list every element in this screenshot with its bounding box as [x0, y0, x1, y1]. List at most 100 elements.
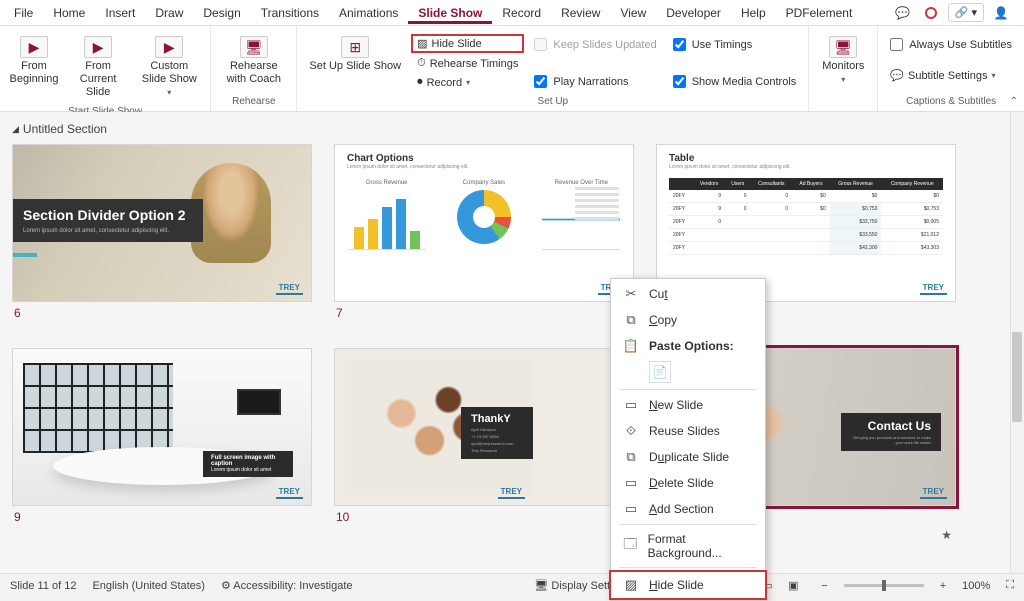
menu-design[interactable]: Design	[193, 2, 250, 24]
rehearse-timings-button[interactable]: ⏱ Rehearse Timings	[411, 55, 524, 72]
setup-slideshow-button[interactable]: ⊞ Set Up Slide Show	[303, 32, 407, 77]
hide-slide-button[interactable]: ▨ Hide Slide	[411, 34, 524, 53]
zoom-in-button[interactable]: +	[940, 580, 946, 592]
menu-file[interactable]: File	[4, 2, 43, 24]
ribbon-group-label: Set Up	[303, 94, 802, 109]
ribbon-group-label: Captions & Subtitles	[884, 94, 1018, 109]
ribbon-group-rehearse: 🖥 Rehearse with Coach Rehearse	[211, 26, 297, 111]
slide-number: 9	[12, 510, 312, 524]
from-beginning-button[interactable]: ▶ From Beginning	[6, 32, 62, 90]
menu-review[interactable]: Review	[551, 2, 610, 24]
ribbon-group-start-slideshow: ▶ From Beginning ▶ From Current Slide ▶ …	[0, 26, 211, 111]
slide-6[interactable]: Section Divider Option 2 Lorem ipsum dol…	[12, 144, 312, 320]
slide-10[interactable]: ThankY April Hansson +1 23 987 6554 apri…	[334, 348, 634, 524]
copy-icon: ⧉	[623, 312, 639, 328]
slide-11-title: Contact Us	[851, 419, 931, 433]
ctx-paste-options: 📄	[611, 359, 765, 387]
menu-help[interactable]: Help	[731, 2, 776, 24]
new-slide-icon: ▭	[623, 397, 639, 413]
ctx-cut[interactable]: ✂Cut	[611, 281, 765, 307]
show-media-controls-checkbox[interactable]: Show Media Controls	[667, 73, 803, 90]
zoom-out-button[interactable]: −	[821, 580, 827, 592]
ctx-add-section[interactable]: ▭Add Section	[611, 496, 765, 522]
accessibility-status[interactable]: ⚙ Accessibility: Investigate	[221, 579, 353, 592]
brand-tag: TREY	[920, 282, 947, 295]
play-narrations-checkbox[interactable]: Play Narrations	[528, 73, 662, 90]
menu-pdfelement[interactable]: PDFelement	[776, 2, 863, 24]
slide-6-title: Section Divider Option 2	[23, 207, 193, 224]
hide-icon: ▨	[623, 577, 639, 593]
menu-record[interactable]: Record	[492, 2, 551, 24]
slide-10-line: +1 23 987 6554	[471, 434, 523, 439]
animation-star-icon: ★	[941, 528, 952, 542]
record-icon[interactable]	[920, 3, 942, 23]
menu-developer[interactable]: Developer	[656, 2, 731, 24]
from-current-slide-button[interactable]: ▶ From Current Slide	[66, 32, 130, 104]
menu-insert[interactable]: Insert	[95, 2, 145, 24]
play-icon: ▶	[20, 36, 48, 58]
use-timings-checkbox[interactable]: Use Timings	[667, 36, 803, 53]
custom-slideshow-button[interactable]: ▶ Custom Slide Show ▾	[134, 32, 204, 104]
menu-animations[interactable]: Animations	[329, 2, 408, 24]
ctx-separator	[619, 524, 757, 525]
paste-option-button[interactable]: 📄	[649, 361, 671, 383]
context-menu: ✂Cut ⧉Copy 📋Paste Options: 📄 ▭New Slide …	[610, 278, 766, 601]
menu-transitions[interactable]: Transitions	[251, 2, 329, 24]
ribbon-group-label	[815, 94, 871, 109]
slide-number: 10	[334, 510, 634, 524]
ctx-separator	[619, 567, 757, 568]
section-header[interactable]: ◢ Untitled Section	[12, 122, 998, 136]
slide-11-sub: Bringing you products and services to ma…	[851, 435, 931, 445]
ctx-copy[interactable]: ⧉Copy	[611, 307, 765, 333]
coach-icon: 🖥	[240, 36, 268, 58]
ctx-reuse-slides[interactable]: ⟐Reuse Slides	[611, 418, 765, 444]
chart-2-title: Company Sales	[445, 180, 523, 186]
slide-9[interactable]: Full screen image with caption Lorem ips…	[12, 348, 312, 524]
chart-1-title: Gross Revenue	[348, 180, 426, 186]
ribbon-group-monitors: 🖥 Monitors▾	[809, 26, 878, 111]
menu-home[interactable]: Home	[43, 2, 95, 24]
play-current-icon: ▶	[84, 36, 112, 58]
brand-tag: TREY	[276, 282, 303, 295]
timer-icon: ⏱	[417, 57, 426, 70]
slide-8-title: Table	[669, 153, 943, 164]
menu-view[interactable]: View	[610, 2, 656, 24]
keep-slides-updated-checkbox[interactable]: Keep Slides Updated	[528, 36, 662, 53]
record-button[interactable]: ⏺ Record ▾	[411, 74, 524, 91]
clipboard-icon: 📋	[623, 338, 639, 354]
slide-10-line: April Hansson	[471, 427, 523, 432]
always-subtitles-checkbox[interactable]: Always Use Subtitles	[884, 36, 1018, 53]
slide-7-subtitle: Lorem ipsum dolor sit amet, consectetur …	[347, 164, 621, 170]
brand-tag: TREY	[276, 486, 303, 499]
monitors-button[interactable]: 🖥 Monitors▾	[815, 32, 871, 90]
zoom-level[interactable]: 100%	[962, 580, 990, 592]
share-button[interactable]: 🔗 ▾	[948, 3, 984, 22]
slide-number: 7	[334, 306, 634, 320]
ctx-new-slide[interactable]: ▭New Slide	[611, 392, 765, 418]
subtitle-settings-button[interactable]: 💬 Subtitle Settings ▾	[884, 67, 1018, 84]
ctx-format-background[interactable]: 🗔Format Background...	[611, 527, 765, 565]
slide-7[interactable]: Chart Options Lorem ipsum dolor sit amet…	[334, 144, 634, 320]
vertical-scrollbar[interactable]	[1010, 112, 1024, 573]
fit-window-button[interactable]: ⛶	[1006, 579, 1014, 592]
ribbon-collapse-button[interactable]: ⌃	[1010, 96, 1018, 107]
ctx-hide-slide[interactable]: ▨Hide Slide	[609, 570, 767, 600]
comments-icon[interactable]: 💬	[892, 3, 914, 23]
ribbon-group-setup: ⊞ Set Up Slide Show ▨ Hide Slide ⏱ Rehea…	[297, 26, 809, 111]
rehearse-coach-button[interactable]: 🖥 Rehearse with Coach	[217, 32, 290, 90]
monitor-icon: 🖥	[829, 36, 857, 58]
slide-number: 6	[12, 306, 312, 320]
slide-9-caption-sub: Lorem ipsum dolor sit amet	[211, 467, 285, 473]
zoom-slider[interactable]	[844, 584, 924, 587]
slide-8-table: VendorsUsersConsultantsAd BuyersGross Re…	[669, 178, 943, 255]
slide-9-caption-title: Full screen image with caption	[211, 455, 285, 467]
account-icon[interactable]: 👤	[990, 3, 1012, 23]
menu-slideshow[interactable]: Slide Show	[408, 2, 492, 24]
menu-draw[interactable]: Draw	[145, 2, 193, 24]
ctx-delete-slide[interactable]: ▭Delete Slide	[611, 470, 765, 496]
subtitle-icon: 💬	[890, 69, 904, 82]
language-status[interactable]: English (United States)	[92, 580, 205, 592]
slideshow-view-button[interactable]: ▣	[781, 577, 805, 595]
scrollbar-thumb[interactable]	[1012, 332, 1022, 422]
ctx-duplicate-slide[interactable]: ⧉Duplicate Slide	[611, 444, 765, 470]
